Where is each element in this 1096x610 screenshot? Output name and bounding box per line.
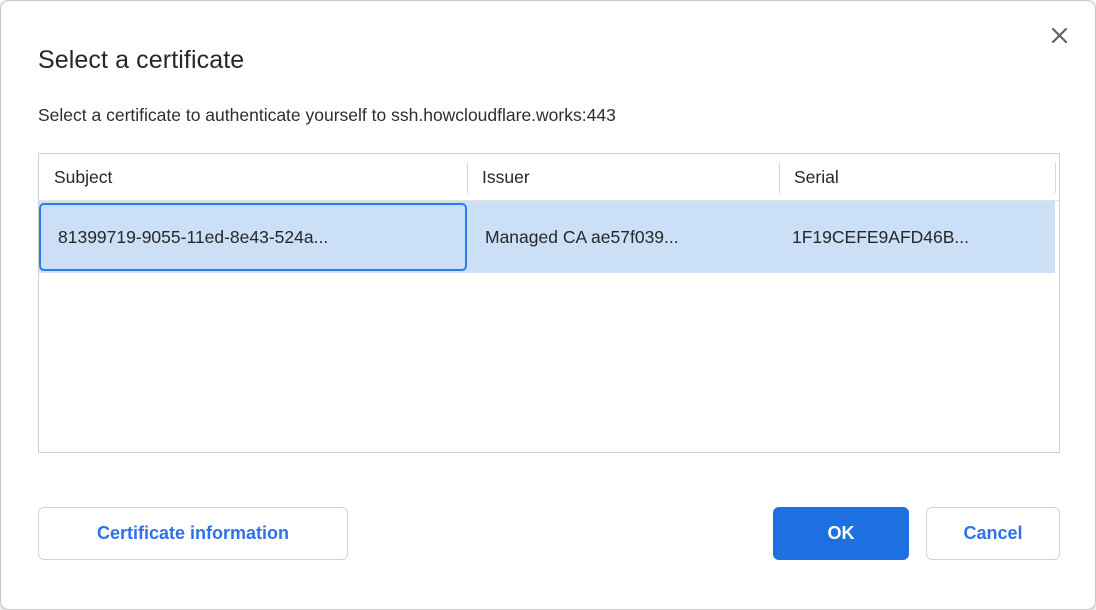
cell-subject[interactable]: 81399719-9055-11ed-8e43-524a... [39, 203, 467, 271]
column-divider [779, 163, 780, 193]
column-header-issuer[interactable]: Issuer [467, 154, 779, 200]
cell-issuer[interactable]: Managed CA ae57f039... [467, 201, 779, 273]
column-header-serial[interactable]: Serial [779, 154, 1055, 200]
cell-serial[interactable]: 1F19CEFE9AFD46B... [779, 201, 1055, 273]
close-button[interactable] [1045, 21, 1073, 49]
certificate-table: Subject Issuer Serial 81399719-9055-11ed… [38, 153, 1060, 453]
certificate-row-selected[interactable]: 81399719-9055-11ed-8e43-524a... Managed … [39, 201, 1055, 273]
dialog-subtitle: Select a certificate to authenticate you… [38, 105, 616, 126]
table-header: Subject Issuer Serial [39, 154, 1059, 201]
column-divider [1055, 163, 1056, 193]
ok-button[interactable]: OK [773, 507, 909, 560]
column-header-subject[interactable]: Subject [39, 154, 467, 200]
close-icon [1051, 27, 1068, 44]
certificate-information-button[interactable]: Certificate information [38, 507, 348, 560]
certificate-select-dialog: Select a certificate Select a certificat… [0, 0, 1096, 610]
cancel-button[interactable]: Cancel [926, 507, 1060, 560]
column-divider [467, 163, 468, 193]
dialog-title: Select a certificate [38, 46, 244, 75]
